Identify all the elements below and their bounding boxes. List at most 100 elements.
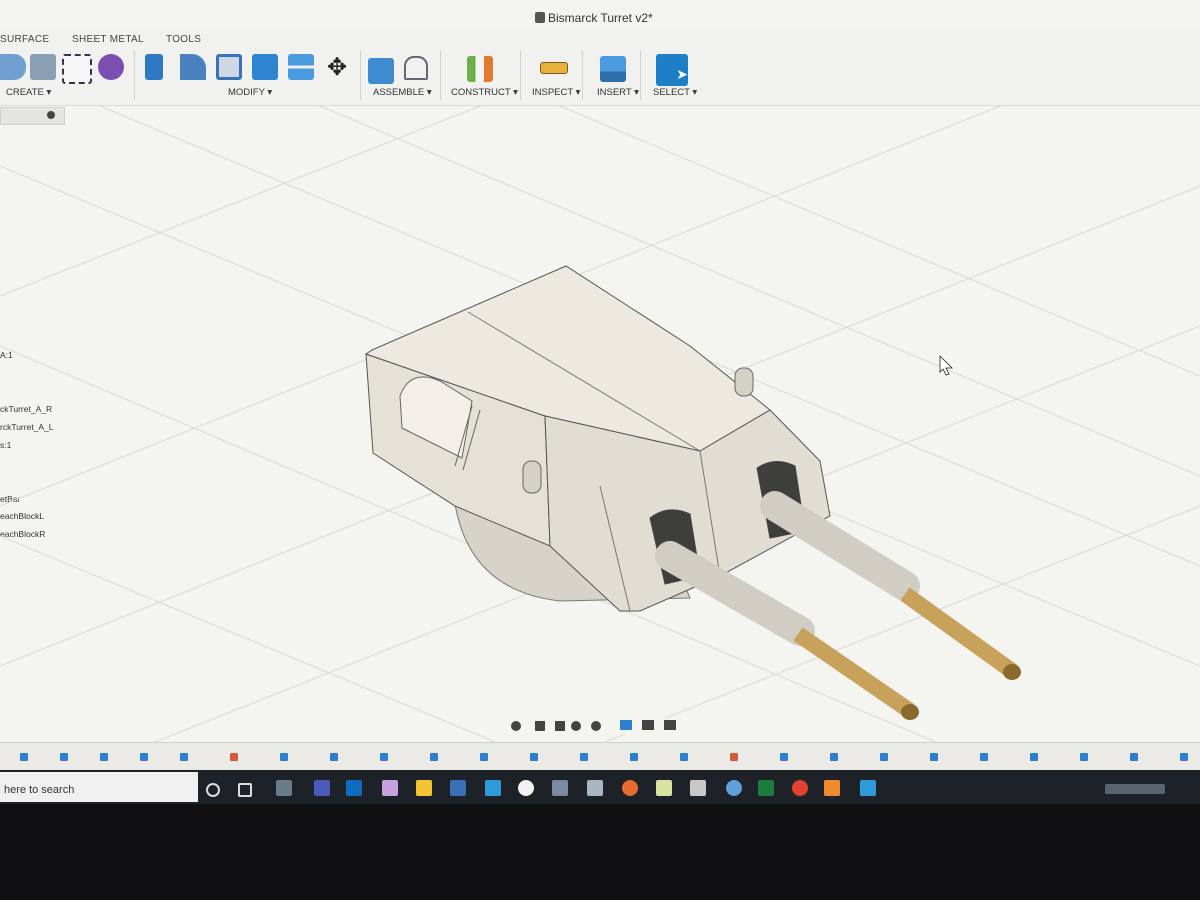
task-view-icon[interactable] bbox=[238, 783, 252, 797]
timeline-feature-icon[interactable] bbox=[580, 753, 588, 761]
timeline-feature-icon[interactable] bbox=[630, 753, 638, 761]
toolbar-divider bbox=[582, 50, 583, 100]
fillet-icon[interactable] bbox=[180, 54, 206, 80]
display-settings-icon[interactable] bbox=[620, 720, 632, 730]
toolbar-divider bbox=[520, 50, 521, 100]
window-title: Bismarck Turret v2* bbox=[548, 11, 653, 25]
timeline-feature-icon[interactable] bbox=[680, 753, 688, 761]
app-icon[interactable] bbox=[382, 780, 398, 796]
loft-icon[interactable] bbox=[0, 54, 26, 80]
timeline-feature-icon[interactable] bbox=[1130, 753, 1138, 761]
timeline-feature-icon[interactable] bbox=[530, 753, 538, 761]
toolbar-divider bbox=[440, 50, 441, 100]
shell-icon[interactable] bbox=[30, 54, 56, 80]
design-timeline[interactable] bbox=[0, 742, 1200, 771]
toolbar-divider bbox=[360, 50, 361, 100]
timeline-feature-icon[interactable] bbox=[60, 753, 68, 761]
app-icon[interactable] bbox=[518, 780, 534, 796]
timeline-feature-icon[interactable] bbox=[380, 753, 388, 761]
shell-body-icon[interactable] bbox=[252, 54, 278, 80]
zoom-icon[interactable] bbox=[571, 721, 581, 731]
measure-icon[interactable] bbox=[540, 62, 568, 74]
app-icon[interactable] bbox=[860, 780, 876, 796]
viewports-icon[interactable] bbox=[664, 720, 676, 730]
app-icon[interactable] bbox=[276, 780, 292, 796]
navigation-bar[interactable] bbox=[508, 718, 688, 734]
gun-barrel-right[interactable] bbox=[760, 491, 1021, 680]
outlook-icon[interactable] bbox=[346, 780, 362, 796]
orbit-icon[interactable] bbox=[511, 721, 521, 731]
timeline-feature-icon[interactable] bbox=[930, 753, 938, 761]
mouse-cursor-icon bbox=[939, 355, 953, 376]
firefox-icon[interactable] bbox=[622, 780, 638, 796]
timeline-feature-icon[interactable] bbox=[280, 753, 288, 761]
fit-icon[interactable] bbox=[591, 721, 601, 731]
timeline-feature-icon[interactable] bbox=[1080, 753, 1088, 761]
look-at-icon[interactable] bbox=[535, 721, 545, 731]
ribbon-toolbar: SURFACE SHEET METAL TOOLS CREATE ▾ ✥ MOD… bbox=[0, 30, 1200, 106]
app-icon[interactable] bbox=[485, 780, 501, 796]
group-assemble[interactable]: ASSEMBLE ▾ bbox=[373, 87, 432, 98]
title-bar: Bismarck Turret v2* bbox=[0, 0, 1200, 30]
select-cursor-icon[interactable]: ➤ bbox=[656, 54, 688, 86]
split-body-icon[interactable] bbox=[288, 54, 314, 80]
group-insert[interactable]: INSERT ▾ bbox=[597, 87, 639, 98]
monitor-bezel bbox=[0, 804, 1200, 900]
toolbar-divider bbox=[640, 50, 641, 100]
timeline-feature-icon[interactable] bbox=[1030, 753, 1038, 761]
file-explorer-icon[interactable] bbox=[416, 780, 432, 796]
toolbar-divider bbox=[134, 50, 135, 100]
system-tray-icon[interactable] bbox=[1105, 784, 1165, 794]
timeline-feature-icon[interactable] bbox=[230, 753, 238, 761]
chrome-icon[interactable] bbox=[792, 780, 808, 796]
cortana-icon[interactable] bbox=[206, 783, 220, 797]
app-icon[interactable] bbox=[656, 780, 672, 796]
joint-icon[interactable] bbox=[404, 56, 428, 80]
app-icon[interactable] bbox=[552, 780, 568, 796]
fusion-window: Bismarck Turret v2* SURFACE SHEET METAL … bbox=[0, 0, 1200, 805]
timeline-feature-icon[interactable] bbox=[780, 753, 788, 761]
timeline-feature-icon[interactable] bbox=[330, 753, 338, 761]
new-component-icon[interactable] bbox=[368, 58, 394, 84]
group-inspect[interactable]: INSPECT ▾ bbox=[532, 87, 580, 98]
press-pull-icon[interactable] bbox=[145, 54, 163, 80]
tab-surface[interactable]: SURFACE bbox=[0, 34, 49, 45]
timeline-feature-icon[interactable] bbox=[480, 753, 488, 761]
search-placeholder: here to search bbox=[4, 784, 75, 796]
tab-tools[interactable]: TOOLS bbox=[166, 34, 201, 45]
boundary-icon[interactable] bbox=[62, 54, 92, 84]
timeline-feature-icon[interactable] bbox=[730, 753, 738, 761]
timeline-feature-icon[interactable] bbox=[180, 753, 188, 761]
teams-icon[interactable] bbox=[314, 780, 330, 796]
offset-plane-icon[interactable] bbox=[467, 56, 493, 82]
app-icon[interactable] bbox=[726, 780, 742, 796]
taskbar-search-box[interactable]: here to search bbox=[0, 772, 198, 802]
timeline-feature-icon[interactable] bbox=[880, 753, 888, 761]
move-icon[interactable]: ✥ bbox=[324, 56, 350, 82]
group-construct[interactable]: CONSTRUCT ▾ bbox=[451, 87, 518, 98]
chamfer-icon[interactable] bbox=[216, 54, 242, 80]
timeline-feature-icon[interactable] bbox=[980, 753, 988, 761]
app-icon[interactable] bbox=[587, 780, 603, 796]
turret-model[interactable] bbox=[364, 265, 831, 612]
form-icon[interactable] bbox=[98, 54, 124, 80]
timeline-feature-icon[interactable] bbox=[430, 753, 438, 761]
insert-image-icon[interactable] bbox=[600, 56, 626, 82]
group-modify[interactable]: MODIFY ▾ bbox=[228, 87, 272, 98]
tab-sheet-metal[interactable]: SHEET METAL bbox=[72, 34, 144, 45]
timeline-feature-icon[interactable] bbox=[100, 753, 108, 761]
model-viewport[interactable] bbox=[0, 106, 1200, 744]
timeline-feature-icon[interactable] bbox=[1180, 753, 1188, 761]
fusion360-icon[interactable] bbox=[824, 780, 840, 796]
timeline-feature-icon[interactable] bbox=[830, 753, 838, 761]
document-icon bbox=[535, 12, 545, 23]
timeline-feature-icon[interactable] bbox=[140, 753, 148, 761]
grid-settings-icon[interactable] bbox=[642, 720, 654, 730]
group-select[interactable]: SELECT ▾ bbox=[653, 87, 697, 98]
excel-icon[interactable] bbox=[758, 780, 774, 796]
group-create[interactable]: CREATE ▾ bbox=[6, 87, 51, 98]
app-icon[interactable] bbox=[450, 780, 466, 796]
timeline-feature-icon[interactable] bbox=[20, 753, 28, 761]
pan-icon[interactable] bbox=[555, 721, 565, 731]
app-icon[interactable] bbox=[690, 780, 706, 796]
